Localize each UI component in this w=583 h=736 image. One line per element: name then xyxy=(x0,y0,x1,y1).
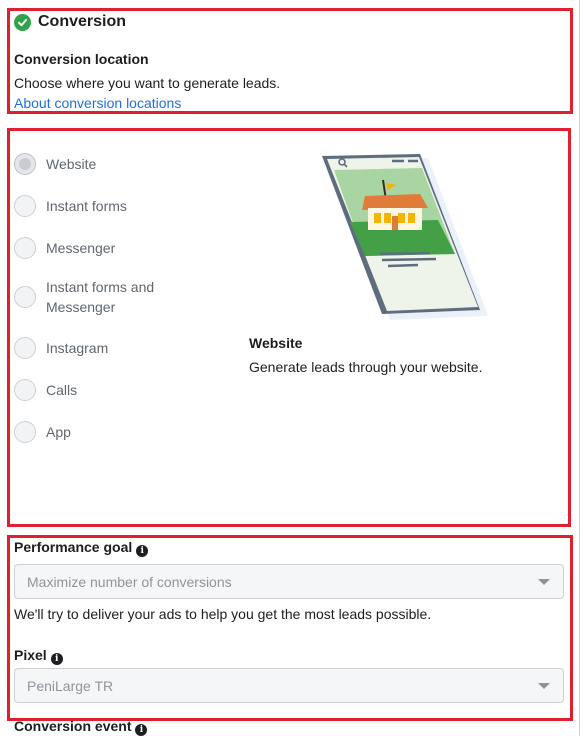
conversion-location-label: Conversion location xyxy=(14,51,149,67)
option-instagram[interactable]: Instagram xyxy=(14,337,108,359)
option-app[interactable]: App xyxy=(14,421,71,443)
preview-description: Generate leads through your website. xyxy=(249,359,483,375)
caret-down-icon xyxy=(538,579,550,585)
pixel-label-text: Pixel xyxy=(14,647,47,663)
info-icon[interactable]: i xyxy=(136,545,149,557)
radio-instagram[interactable] xyxy=(14,337,36,359)
pixel-select[interactable]: PeniLarge TR xyxy=(14,668,564,703)
option-label: Instant forms xyxy=(46,198,127,214)
option-label: Instant forms and Messenger xyxy=(46,279,155,315)
option-instant-forms[interactable]: Instant forms xyxy=(14,195,127,217)
pixel-value: PeniLarge TR xyxy=(27,677,114,694)
radio-app[interactable] xyxy=(14,421,36,443)
option-instant-forms-and-messenger[interactable]: Instant forms and Messenger xyxy=(14,277,176,317)
radio-instant-forms[interactable] xyxy=(14,195,36,217)
option-label: App xyxy=(46,424,71,440)
option-label: Calls xyxy=(46,382,78,398)
performance-goal-value: Maximize number of conversions xyxy=(27,573,232,590)
check-circle-icon xyxy=(14,13,31,31)
section-title: Conversion xyxy=(38,13,127,30)
option-website[interactable]: Website xyxy=(14,153,96,175)
scroll-edge xyxy=(579,0,580,736)
pixel-label: Pixel i xyxy=(14,647,63,665)
radio-selected-dot xyxy=(19,158,31,170)
radio-messenger[interactable] xyxy=(14,237,36,259)
performance-goal-help: We'll try to deliver your ads to help yo… xyxy=(14,606,432,622)
conversion-event-label: Conversion event i xyxy=(14,718,148,736)
option-label: Instagram xyxy=(46,340,109,356)
option-label: Website xyxy=(46,156,97,172)
option-calls[interactable]: Calls xyxy=(14,379,77,401)
radio-website[interactable] xyxy=(14,153,36,175)
info-icon[interactable]: i xyxy=(50,653,63,665)
conversion-event-text: Conversion event xyxy=(14,718,132,734)
option-label: Messenger xyxy=(46,240,116,256)
preview-title: Website xyxy=(249,335,303,351)
info-icon[interactable]: i xyxy=(135,724,148,736)
performance-goal-select[interactable]: Maximize number of conversions xyxy=(14,564,564,599)
website-phone-illustration xyxy=(322,154,488,320)
performance-goal-label: Performance goal i xyxy=(14,539,149,557)
caret-down-icon xyxy=(538,683,550,689)
conversion-location-description: Choose where you want to generate leads. xyxy=(14,75,281,91)
radio-instant-forms-and-messenger[interactable] xyxy=(14,286,36,308)
option-messenger[interactable]: Messenger xyxy=(14,237,115,259)
section-header: Conversion xyxy=(14,13,126,31)
performance-goal-text: Performance goal xyxy=(14,539,133,555)
about-conversion-locations-link[interactable]: About conversion locations xyxy=(14,95,181,111)
radio-calls[interactable] xyxy=(14,379,36,401)
